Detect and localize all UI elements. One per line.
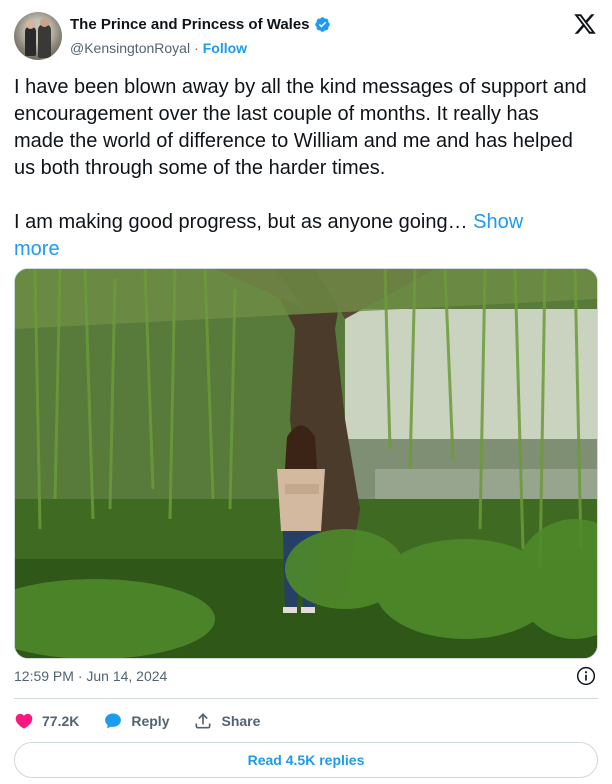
share-icon <box>195 713 211 729</box>
verified-badge-icon <box>314 17 330 32</box>
read-replies-button[interactable]: Read 4.5K replies <box>14 742 598 778</box>
follow-button[interactable]: Follow <box>203 40 247 56</box>
like-count: 77.2K <box>42 713 80 729</box>
display-name[interactable]: The Prince and Princess of Wales <box>70 16 310 33</box>
separator-dot: · <box>194 40 199 56</box>
share-button[interactable]: Share <box>193 711 260 731</box>
name-row: The Prince and Princess of Wales <box>70 16 331 33</box>
info-icon[interactable] <box>576 666 596 686</box>
x-logo-icon[interactable] <box>572 12 598 36</box>
tweet-photo[interactable] <box>14 268 598 659</box>
reply-label: Reply <box>131 713 170 729</box>
tweet-body: I have been blown away by all the kind m… <box>14 76 587 233</box>
tweet-header: The Prince and Princess of Wales @Kensin… <box>14 12 598 64</box>
tweet-text: I have been blown away by all the kind m… <box>14 74 589 263</box>
divider <box>14 698 598 699</box>
photo-woman-under-willow-tree <box>15 269 597 658</box>
handle-row: @KensingtonRoyal · Follow <box>70 40 247 56</box>
action-bar: 77.2K Reply Share <box>14 708 284 734</box>
share-label: Share <box>221 713 261 729</box>
heart-icon <box>15 713 33 729</box>
avatar[interactable] <box>14 12 62 60</box>
timestamp[interactable]: 12:59 PM · Jun 14, 2024 <box>14 668 167 684</box>
reply-button[interactable]: Reply <box>103 711 169 731</box>
reply-bubble-icon <box>105 713 122 729</box>
handle[interactable]: @KensingtonRoyal <box>70 40 190 56</box>
like-button[interactable]: 77.2K <box>14 711 79 731</box>
